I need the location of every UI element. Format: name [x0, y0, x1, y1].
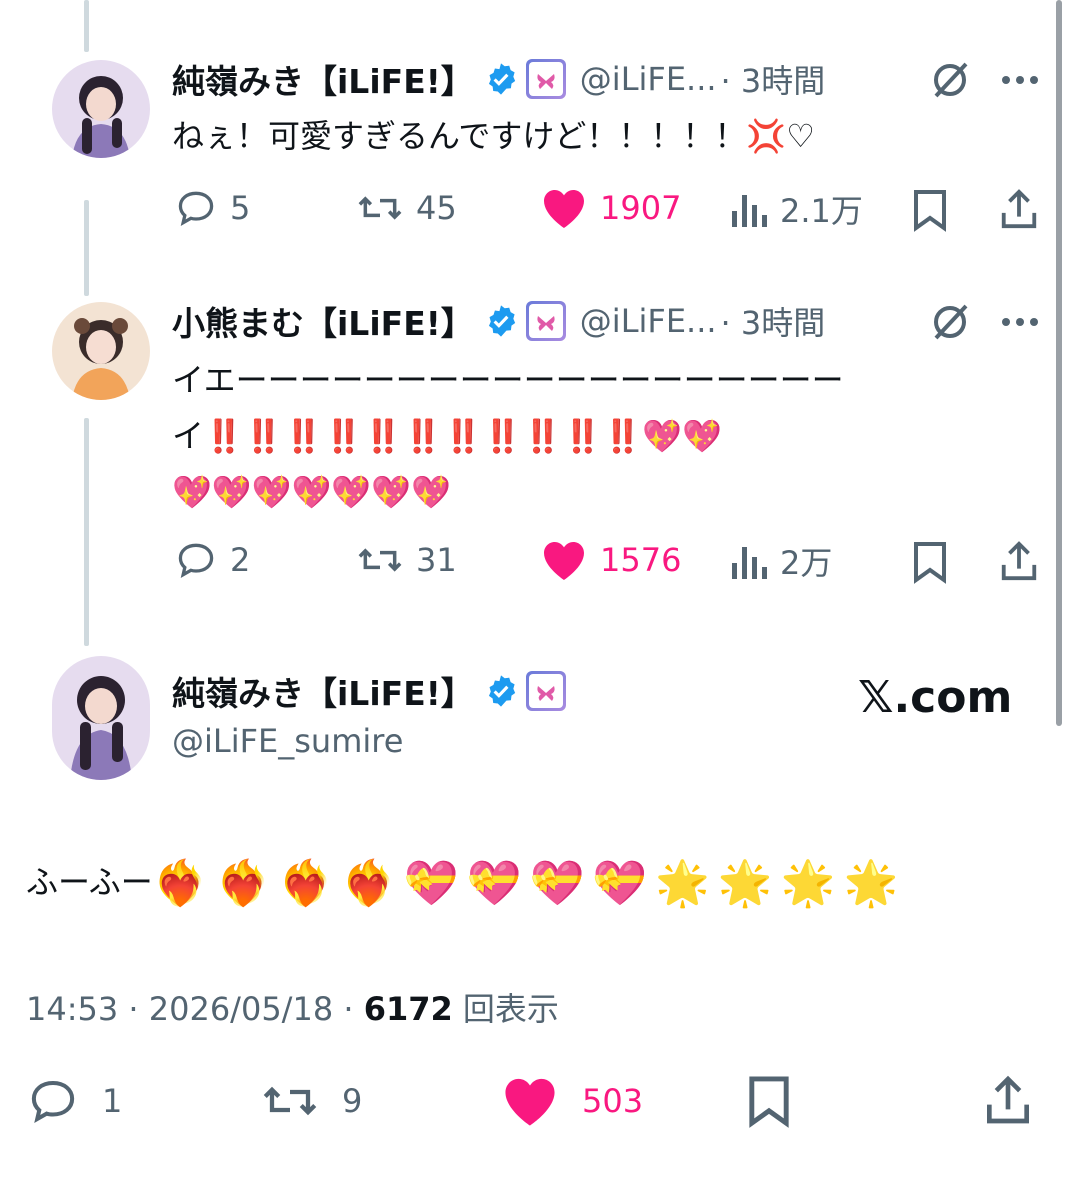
like-count: 1907 — [600, 189, 682, 227]
like-button[interactable]: 503 — [500, 1074, 643, 1128]
views-count: 6172 — [363, 990, 453, 1028]
main-tweet-text: ふーふー ❤️‍🔥 ❤️‍🔥 ❤️‍🔥 ❤️‍🔥 💝 💝 💝 💝 🌟 🌟 🌟 🌟 — [26, 850, 898, 916]
reply-icon — [178, 543, 214, 578]
handle[interactable]: @iLiFE... — [580, 60, 717, 98]
reply-button[interactable]: 2 — [174, 538, 250, 582]
like-count: 503 — [582, 1082, 644, 1120]
post-meta: 14:53 · 2026/05/18 · 6172 回表示 — [26, 984, 559, 1030]
share-icon[interactable] — [998, 186, 1040, 232]
bookmark-icon[interactable] — [744, 1074, 794, 1128]
like-icon — [544, 542, 584, 580]
retweet-count: 45 — [416, 189, 457, 227]
emoji-10: 🌟 — [780, 858, 836, 909]
tweet-text-line-2: イ‼️‼️‼️‼️‼️‼️‼️‼️‼️‼️‼️💖💖 — [172, 417, 722, 455]
views-icon — [732, 195, 767, 227]
verified-icon — [488, 675, 515, 707]
display-name[interactable]: 小熊まむ【iLiFE!】 — [172, 297, 474, 345]
emoji-4: 💝 — [403, 858, 459, 909]
like-icon — [505, 1078, 555, 1126]
views-icon — [732, 547, 767, 579]
scrollbar[interactable] — [1056, 0, 1062, 726]
emoji-11: 🌟 — [843, 858, 899, 909]
verified-icon — [488, 305, 515, 337]
share-icon[interactable] — [982, 1072, 1034, 1128]
emoji-2: ❤️‍🔥 — [278, 858, 334, 909]
tweet-header: 小熊まむ【iLiFE!】 @iLiFE... · 3時間 — [172, 296, 825, 346]
handle[interactable]: @iLiFE_sumire — [172, 722, 403, 760]
display-name[interactable]: 純嶺みき【iLiFE!】 — [172, 55, 474, 103]
emoji-9: 🌟 — [717, 858, 773, 909]
like-button[interactable]: 1576 — [540, 538, 681, 582]
display-name[interactable]: 純嶺みき【iLiFE!】 — [172, 667, 474, 715]
more-icon[interactable] — [1000, 74, 1040, 86]
emoji-1: ❤️‍🔥 — [215, 858, 271, 909]
verified-icon — [488, 63, 515, 95]
reply-button[interactable]: 1 — [26, 1074, 122, 1128]
more-icon[interactable] — [1000, 316, 1040, 328]
like-count: 1576 — [600, 541, 682, 579]
reply-count: 1 — [102, 1082, 123, 1120]
thread-line-top — [84, 0, 89, 52]
reply-icon — [178, 191, 214, 226]
tweet-text-line-1: イエーーーーーーーーーーーーーーーーーーー — [172, 361, 844, 399]
emoji-3: ❤️‍🔥 — [341, 858, 396, 909]
emoji-8: 🌟 — [655, 858, 710, 909]
thread-line-1 — [84, 200, 89, 296]
timestamp[interactable]: · 3時間 — [721, 298, 826, 344]
views-count: 2万 — [780, 544, 833, 582]
affiliate-badge-icon — [525, 59, 566, 99]
bookmark-icon[interactable] — [910, 188, 950, 232]
retweet-button[interactable]: 9 — [260, 1074, 362, 1128]
post-time[interactable]: 14:53 · 2026/05/18 · — [26, 990, 364, 1028]
like-icon — [544, 190, 584, 228]
handle[interactable]: @iLiFE... — [580, 302, 717, 340]
reply-icon — [31, 1080, 75, 1124]
bookmark-icon[interactable] — [910, 540, 950, 584]
avatar[interactable] — [52, 60, 150, 158]
avatar[interactable] — [52, 302, 150, 400]
views-button[interactable]: 2万 — [728, 538, 832, 584]
affiliate-badge-icon — [525, 671, 566, 711]
views-label: 回表示 — [452, 990, 559, 1028]
tweet-text-line-3: 💖💖💖💖💖💖💖 — [172, 473, 451, 511]
avatar[interactable] — [52, 656, 150, 780]
watermark: 𝕏.com — [858, 672, 1013, 723]
retweet-button[interactable]: 31 — [356, 538, 457, 582]
emoji-5: 💝 — [466, 858, 522, 909]
retweet-count: 9 — [342, 1082, 363, 1120]
retweet-button[interactable]: 45 — [356, 186, 457, 230]
reply-count: 5 — [230, 189, 251, 227]
affiliate-badge-icon — [525, 301, 566, 341]
emoji-6: 💝 — [529, 858, 585, 909]
views-count: 2.1万 — [780, 192, 863, 230]
retweet-icon — [263, 1086, 317, 1116]
main-header: 純嶺みき【iLiFE!】 — [172, 666, 580, 716]
emoji-strip: ❤️‍🔥 ❤️‍🔥 ❤️‍🔥 ❤️‍🔥 💝 💝 💝 💝 🌟 🌟 🌟 🌟 — [153, 852, 899, 916]
thread-line-2 — [84, 418, 89, 646]
grok-icon[interactable] — [928, 300, 972, 344]
like-button[interactable]: 1907 — [540, 186, 681, 230]
retweet-icon — [358, 196, 402, 220]
emoji-7: 💝 — [592, 858, 648, 909]
tweet-text: ねぇ！可愛すぎるんですけど！！！！！💢♡ — [172, 117, 815, 155]
retweet-icon — [358, 548, 402, 572]
views-button[interactable]: 2.1万 — [728, 186, 863, 232]
main-text-prefix: ふーふー — [26, 863, 153, 901]
timestamp[interactable]: · 3時間 — [721, 56, 826, 102]
reply-button[interactable]: 5 — [174, 186, 250, 230]
tweet-header: 純嶺みき【iLiFE!】 @iLiFE... · 3時間 — [172, 54, 825, 104]
grok-icon[interactable] — [928, 58, 972, 102]
reply-count: 2 — [230, 541, 251, 579]
emoji-0: ❤️‍🔥 — [152, 858, 208, 909]
share-icon[interactable] — [998, 538, 1040, 584]
retweet-count: 31 — [416, 541, 457, 579]
